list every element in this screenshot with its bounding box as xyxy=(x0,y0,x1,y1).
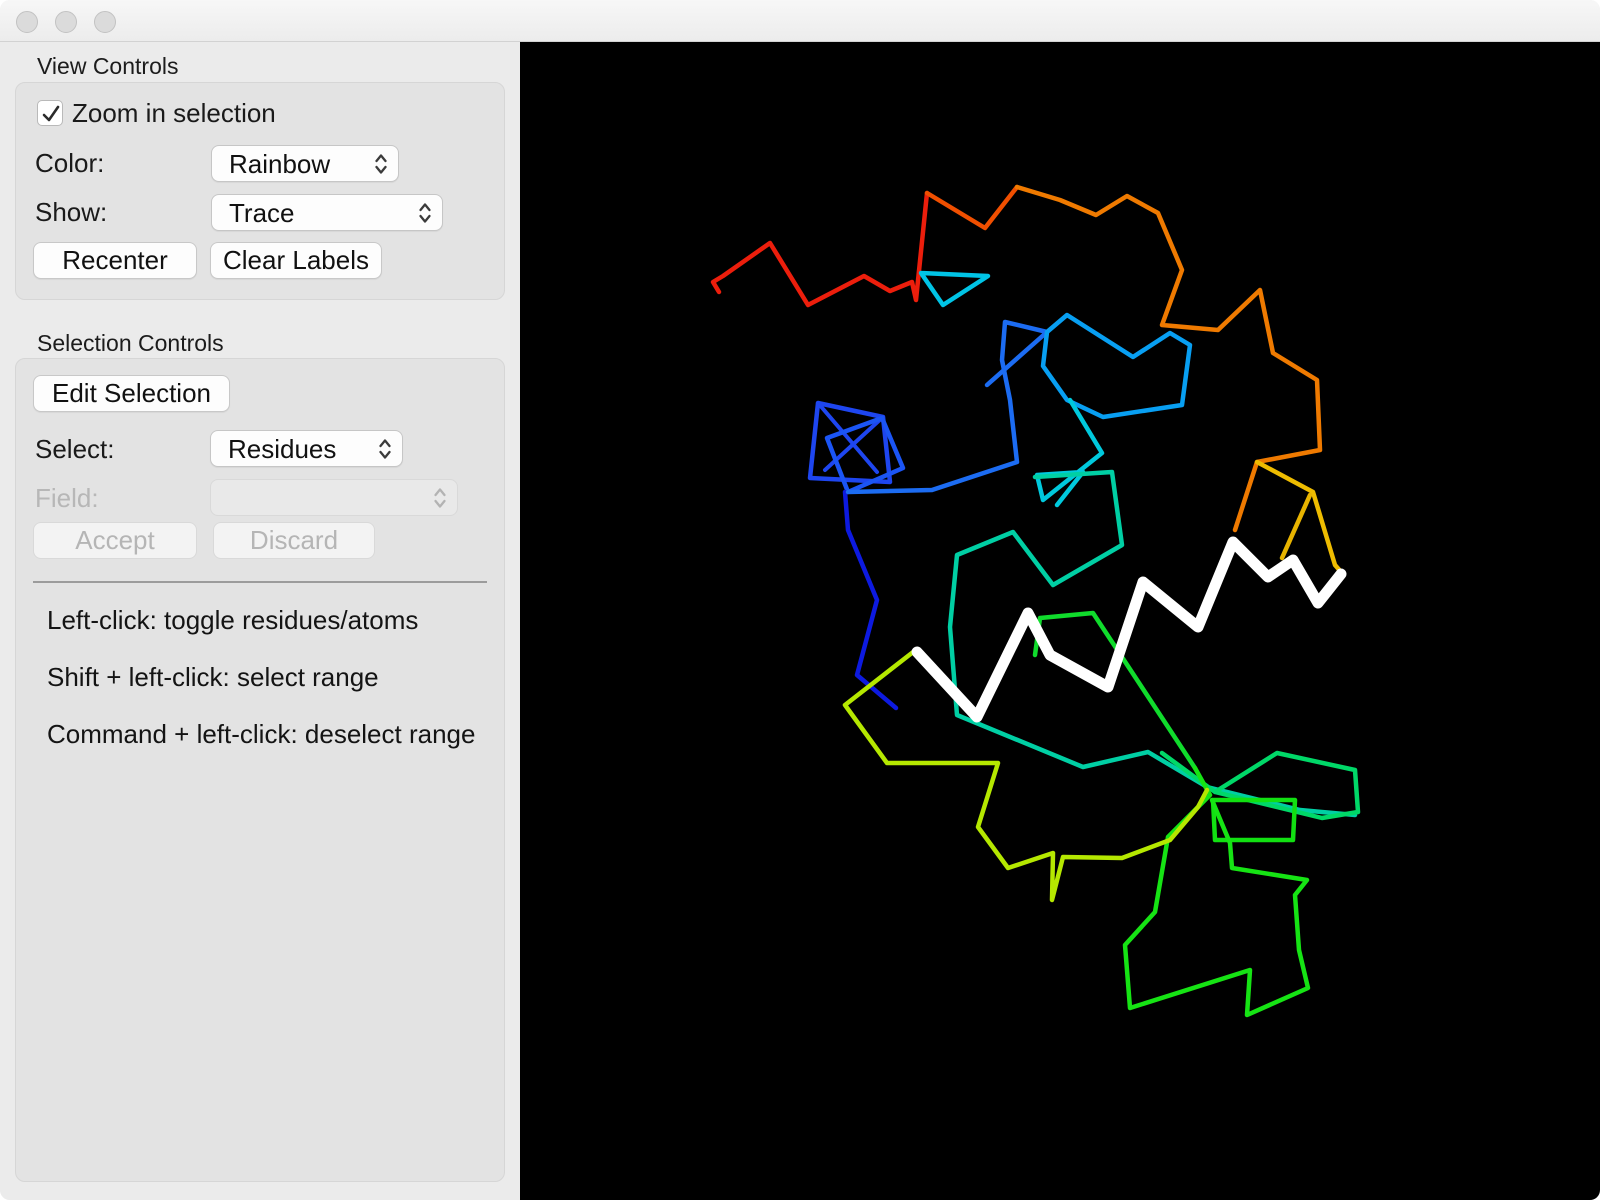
trace-orange xyxy=(1014,184,1323,533)
trace-gold-b xyxy=(1279,492,1313,561)
show-popup-value: Trace xyxy=(229,197,295,228)
trace-dodger xyxy=(845,319,1050,495)
instruction-command-click: Command + left-click: deselect range xyxy=(47,719,476,749)
instruction-shift-click: Shift + left-click: select range xyxy=(47,662,379,692)
color-label: Color: xyxy=(35,148,105,178)
clear-labels-button[interactable]: Clear Labels xyxy=(210,242,382,279)
protein-viewport[interactable] xyxy=(520,42,1600,1200)
title-bar[interactable] xyxy=(0,0,1600,42)
recenter-button[interactable]: Recenter xyxy=(33,242,197,279)
trace-selected-white xyxy=(911,536,1347,723)
select-popup[interactable]: Residues xyxy=(210,430,403,467)
checkmark-icon xyxy=(42,105,60,122)
popup-chevrons-icon xyxy=(419,202,431,223)
trace-dark-blue xyxy=(842,489,899,711)
show-popup[interactable]: Trace xyxy=(211,194,443,231)
color-popup-value: Rainbow xyxy=(229,148,331,179)
discard-button: Discard xyxy=(213,522,375,559)
trace-cyan-squiggle xyxy=(1034,397,1105,508)
trace-red xyxy=(710,190,930,308)
instruction-left-click: Left-click: toggle residues/atoms xyxy=(47,605,419,635)
molecule-svg xyxy=(710,184,1361,1018)
zoom-button[interactable] xyxy=(94,11,116,33)
selection-controls-title: Selection Controls xyxy=(37,330,224,356)
popup-chevrons-icon xyxy=(434,487,446,508)
divider xyxy=(33,581,487,583)
popup-chevrons-icon xyxy=(375,153,387,174)
field-popup xyxy=(210,479,458,516)
trace-chartreuse xyxy=(842,646,1210,903)
app-window: View Controls Zoom in selection Color: R… xyxy=(0,0,1600,1200)
trace-royal-diag-2 xyxy=(823,415,885,472)
trace-cyan-hat xyxy=(918,270,991,308)
trace-green-diagonal xyxy=(1032,610,1198,771)
trace-deepsky xyxy=(1040,312,1193,420)
color-popup[interactable]: Rainbow xyxy=(211,145,399,182)
zoom-in-selection-checkbox[interactable] xyxy=(37,100,63,126)
view-controls-title: View Controls xyxy=(37,53,179,79)
minimize-button[interactable] xyxy=(55,11,77,33)
select-label: Select: xyxy=(35,434,115,464)
trace-red-orange xyxy=(924,184,1020,231)
field-label: Field: xyxy=(35,483,99,513)
popup-chevrons-icon xyxy=(379,438,391,459)
close-button[interactable] xyxy=(16,11,38,33)
zoom-in-selection-label: Zoom in selection xyxy=(72,98,276,128)
select-popup-value: Residues xyxy=(228,433,337,464)
edit-selection-button[interactable]: Edit Selection xyxy=(33,375,230,412)
accept-button: Accept xyxy=(33,522,197,559)
show-label: Show: xyxy=(35,197,108,227)
